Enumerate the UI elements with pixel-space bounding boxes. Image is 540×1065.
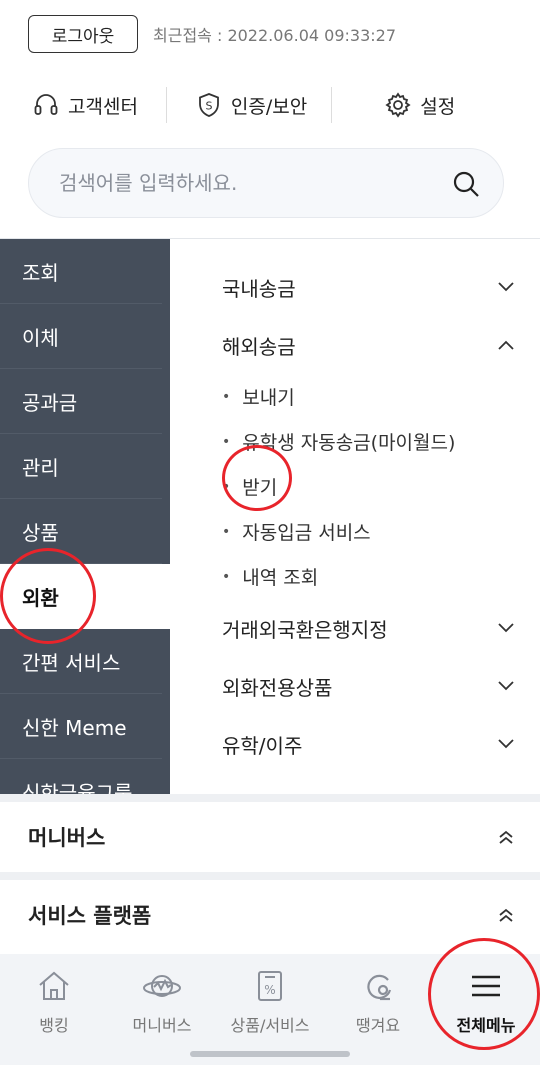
tab-label: 상품/서비스 bbox=[230, 1016, 310, 1035]
search-box[interactable] bbox=[28, 148, 504, 218]
category-label: 유학/이주 bbox=[222, 733, 303, 758]
section-divider bbox=[0, 872, 540, 880]
home-icon bbox=[39, 971, 69, 1000]
left-nav-item-easy-service[interactable]: 간편 서비스 bbox=[0, 629, 162, 694]
gear-icon bbox=[385, 92, 411, 118]
home-indicator bbox=[190, 1051, 350, 1057]
highlight-circle-receive bbox=[222, 445, 292, 511]
security-link[interactable]: S 인증/보안 bbox=[195, 85, 307, 125]
menu-panel: 조회 이체 공과금 관리 상품 외환 간편 서비스 신한 Meme 신한금융그룹… bbox=[0, 238, 540, 794]
security-label: 인증/보안 bbox=[230, 95, 308, 118]
category-label: 거래외국환은행지정 bbox=[222, 617, 388, 642]
section-divider bbox=[0, 794, 540, 802]
category-study-emigration[interactable]: 유학/이주 bbox=[170, 715, 540, 773]
highlight-circle-forex bbox=[0, 548, 96, 644]
section-title: 머니버스 bbox=[28, 826, 106, 850]
tab-banking[interactable]: 뱅킹 bbox=[0, 966, 108, 1036]
submenu-item-student-auto-remit[interactable]: • 유학생 자동송금(마이월드) bbox=[170, 419, 540, 464]
left-nav: 조회 이체 공과금 관리 상품 외환 간편 서비스 신한 Meme 신한금융그룹 bbox=[0, 239, 170, 794]
bullet-icon: • bbox=[222, 523, 231, 540]
category-overseas-remittance[interactable]: 해외송금 bbox=[170, 316, 540, 374]
settings-link[interactable]: 설정 bbox=[384, 85, 455, 125]
tab-label: 땡겨요 bbox=[355, 1016, 401, 1035]
product-icon: % bbox=[258, 971, 282, 1001]
chevron-down-icon bbox=[498, 282, 514, 292]
shield-icon: S bbox=[199, 93, 219, 117]
planet-icon bbox=[143, 975, 181, 997]
chevron-down-icon bbox=[498, 739, 514, 749]
category-label: 외화전용상품 bbox=[222, 675, 333, 700]
svg-text:%: % bbox=[264, 983, 275, 997]
submenu-label: 내역 조회 bbox=[242, 567, 319, 589]
chevron-down-icon bbox=[498, 623, 514, 633]
submenu-label: 보내기 bbox=[242, 387, 295, 409]
chevron-down-icon bbox=[498, 681, 514, 691]
left-nav-item-meme[interactable]: 신한 Meme bbox=[0, 694, 162, 759]
submenu-label: 자동입금 서비스 bbox=[242, 522, 371, 544]
chevron-up-icon bbox=[498, 340, 514, 350]
left-nav-item-manage[interactable]: 관리 bbox=[0, 434, 162, 499]
search-icon[interactable] bbox=[451, 169, 481, 199]
double-chevron-up-icon bbox=[499, 830, 513, 844]
section-title: 서비스 플랫폼 bbox=[28, 904, 152, 928]
divider bbox=[165, 87, 167, 123]
customer-center-label: 고객센터 bbox=[68, 95, 138, 118]
tab-label: 뱅킹 bbox=[39, 1016, 69, 1035]
tab-products-services[interactable]: % 상품/서비스 bbox=[216, 966, 324, 1036]
left-nav-item-group[interactable]: 신한금융그룹 bbox=[0, 759, 162, 795]
ddanggyo-icon bbox=[367, 974, 392, 1001]
category-designated-bank[interactable]: 거래외국환은행지정 bbox=[170, 599, 540, 657]
tab-moneyverse[interactable]: 머니버스 bbox=[108, 966, 216, 1036]
submenu-item-history[interactable]: • 내역 조회 bbox=[170, 554, 540, 599]
submenu-item-send[interactable]: • 보내기 bbox=[170, 374, 540, 419]
bullet-icon: • bbox=[222, 568, 231, 585]
bullet-icon: • bbox=[222, 388, 231, 405]
category-label: 해외송금 bbox=[222, 334, 296, 359]
headset-icon bbox=[34, 94, 58, 115]
category-domestic-remittance[interactable]: 국내송금 bbox=[170, 258, 540, 316]
last-login-text: 최근접속 : 2022.06.04 09:33:27 bbox=[153, 26, 396, 45]
submenu-list: 국내송금 해외송금 • 보내기 • 유학생 자동송금(마이월드) • 받기 • … bbox=[170, 239, 540, 773]
left-nav-item-transfer[interactable]: 이체 bbox=[0, 304, 162, 369]
highlight-circle-all-menu bbox=[428, 938, 540, 1050]
category-label: 국내송금 bbox=[222, 276, 296, 301]
tab-label: 머니버스 bbox=[132, 1016, 192, 1035]
double-chevron-up-icon bbox=[499, 908, 513, 922]
top-bar: 로그아웃 최근접속 : 2022.06.04 09:33:27 bbox=[0, 0, 540, 68]
category-fx-products[interactable]: 외화전용상품 bbox=[170, 657, 540, 715]
tab-ddanggyo[interactable]: 땡겨요 bbox=[324, 966, 432, 1036]
section-service-platform[interactable]: 서비스 플랫폼 bbox=[0, 880, 540, 950]
settings-label: 설정 bbox=[420, 95, 456, 118]
svg-text:S: S bbox=[205, 100, 212, 113]
left-nav-item-utility[interactable]: 공과금 bbox=[0, 369, 162, 434]
left-nav-item-inquiry[interactable]: 조회 bbox=[0, 239, 162, 304]
bullet-icon: • bbox=[222, 433, 231, 450]
customer-center-link[interactable]: 고객센터 bbox=[32, 85, 138, 125]
logout-button[interactable]: 로그아웃 bbox=[28, 15, 138, 53]
search-input[interactable] bbox=[59, 171, 439, 195]
submenu-item-auto-deposit[interactable]: • 자동입금 서비스 bbox=[170, 509, 540, 554]
divider bbox=[331, 87, 333, 123]
quick-links: 고객센터 S 인증/보안 설정 bbox=[0, 72, 540, 138]
section-moneyverse[interactable]: 머니버스 bbox=[0, 802, 540, 872]
